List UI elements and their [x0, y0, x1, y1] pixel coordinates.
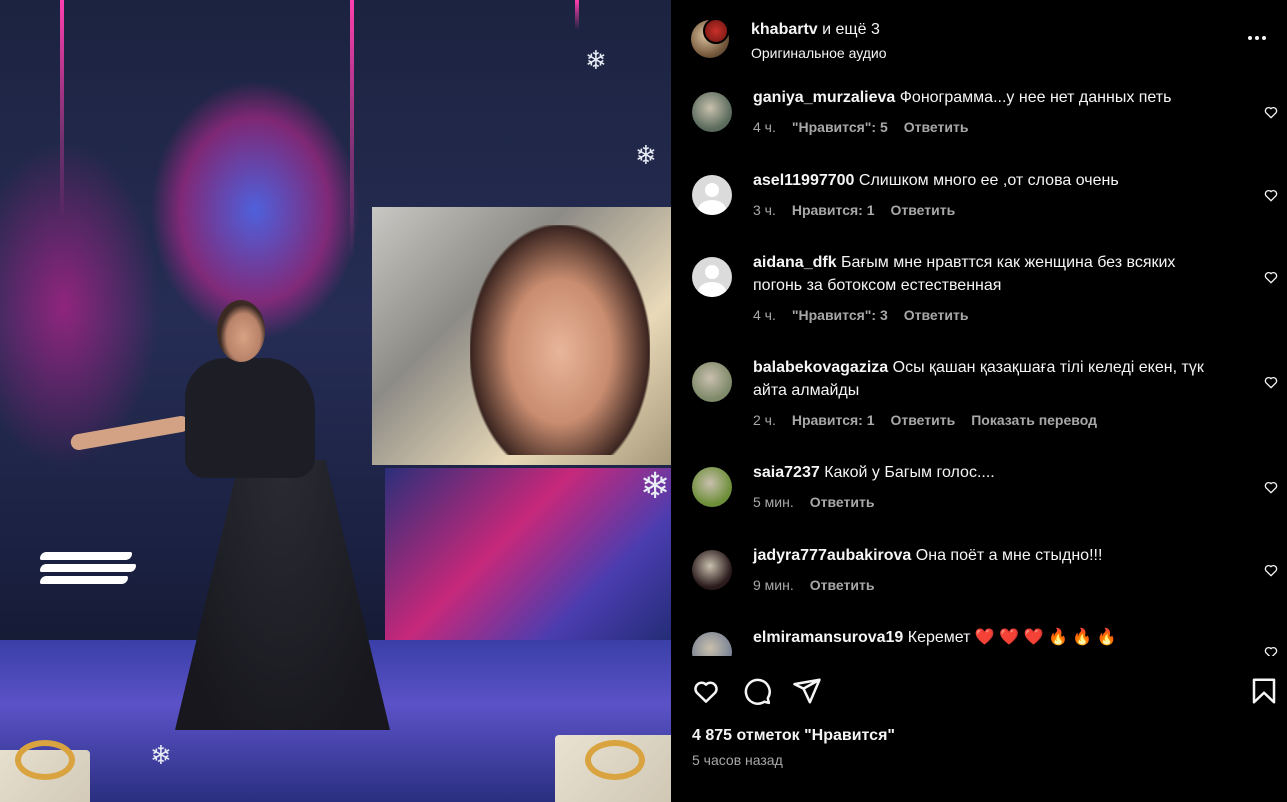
- commenter-username[interactable]: balabekovagaziza: [753, 359, 888, 376]
- comment-time: 5 мин.: [753, 494, 794, 510]
- commenter-avatar[interactable]: [692, 175, 732, 215]
- collab-avatar[interactable]: [703, 18, 729, 44]
- comment-heart-icon[interactable]: [1263, 562, 1279, 578]
- comment-heart-icon[interactable]: [1263, 479, 1279, 495]
- translate-button[interactable]: Показать перевод: [971, 412, 1097, 428]
- comment-item: saia7237 Какой у Багым голос.... 5 мин. От…: [671, 461, 1287, 510]
- comment-item: asel11997700 Слишком много ее ,от слова …: [671, 169, 1287, 218]
- comment-meta: 3 ч. Нравится: 1 Ответить: [753, 202, 1227, 218]
- reply-button[interactable]: Ответить: [904, 119, 969, 135]
- comment-heart-icon[interactable]: [1263, 644, 1279, 656]
- share-icon[interactable]: [792, 676, 822, 706]
- comment-likes-count[interactable]: "Нравится": 5: [792, 119, 888, 135]
- audio-link[interactable]: Оригинальное аудио: [751, 45, 887, 61]
- stage-screen-face: [470, 225, 650, 455]
- comment-text: asel11997700 Слишком много ее ,от слова …: [753, 169, 1227, 192]
- snowflake-icon: ❄: [640, 465, 671, 506]
- comment-body: Она поёт а мне стыдно!!!: [915, 547, 1103, 564]
- comment-body: Слишком много ее ,от слова очень: [858, 172, 1119, 189]
- comment-meta: 9 мин. Ответить: [753, 577, 1227, 593]
- gift-bow-icon: [15, 740, 75, 780]
- post-timestamp[interactable]: 5 часов назад: [692, 752, 783, 768]
- comment-icon[interactable]: [742, 676, 772, 706]
- action-bar: [671, 672, 1287, 712]
- comment-meta: 2 ч. Нравится: 1 Ответить Показать перевод: [753, 412, 1227, 428]
- commenter-username[interactable]: ganiya_murzalieva: [753, 89, 895, 106]
- comment-heart-icon[interactable]: [1263, 374, 1279, 390]
- collab-suffix[interactable]: и ещё 3: [818, 21, 880, 38]
- commenter-username[interactable]: aidana_dfk: [753, 254, 837, 271]
- snowflake-icon: ❄: [150, 740, 172, 770]
- comment-heart-icon[interactable]: [1263, 187, 1279, 203]
- comment-likes-count[interactable]: Нравится: 1: [792, 202, 875, 218]
- comment-body: Керемет ❤️ ❤️ ❤️ 🔥 🔥 🔥: [907, 629, 1117, 646]
- owner-line[interactable]: khabartv и ещё 3: [751, 21, 880, 39]
- comment-item: jadyra777aubakirova Она поёт а мне стыдн…: [671, 544, 1287, 593]
- heart-icon[interactable]: [691, 676, 721, 706]
- more-icon[interactable]: [1247, 28, 1267, 48]
- commenter-avatar[interactable]: [692, 92, 732, 132]
- stage-light-glow: [0, 140, 160, 470]
- reply-button[interactable]: Ответить: [904, 307, 969, 323]
- comment-text: jadyra777aubakirova Она поёт а мне стыдн…: [753, 544, 1227, 567]
- commenter-avatar[interactable]: [692, 550, 732, 590]
- comment-time: 3 ч.: [753, 202, 776, 218]
- stage-light-beam: [575, 0, 579, 30]
- commenter-username[interactable]: saia7237: [753, 464, 820, 481]
- commenter-avatar[interactable]: [692, 467, 732, 507]
- bookmark-icon[interactable]: [1249, 676, 1279, 706]
- comment-likes-count[interactable]: Нравится: 1: [792, 412, 875, 428]
- commenter-username[interactable]: jadyra777aubakirova: [753, 547, 911, 564]
- reply-button[interactable]: Ответить: [891, 412, 956, 428]
- comment-heart-icon[interactable]: [1263, 104, 1279, 120]
- commenter-avatar[interactable]: [692, 362, 732, 402]
- comment-body: Фонограмма...у нее нет данных петь: [899, 89, 1172, 106]
- comment-time: 9 мин.: [753, 577, 794, 593]
- comment-text: saia7237 Какой у Багым голос....: [753, 461, 1227, 484]
- reply-button[interactable]: Ответить: [810, 577, 875, 593]
- post-media-video[interactable]: ❄ ❄ ❄ ❄: [0, 0, 671, 802]
- comment-meta: 5 мин. Ответить: [753, 494, 1227, 510]
- comment-text: balabekovagaziza Осы қашан қазақшаға тіл…: [753, 356, 1227, 402]
- comments-list[interactable]: ganiya_murzalieva Фонограмма...у нее нет…: [671, 78, 1287, 656]
- owner-username[interactable]: khabartv: [751, 21, 818, 38]
- comment-time: 2 ч.: [753, 412, 776, 428]
- comment-time: 4 ч.: [753, 119, 776, 135]
- comment-item: ganiya_murzalieva Фонограмма...у нее нет…: [671, 86, 1287, 135]
- reply-button[interactable]: Ответить: [810, 494, 875, 510]
- gift-bow-icon: [585, 740, 645, 780]
- post-header: khabartv и ещё 3 Оригинальное аудио: [671, 0, 1287, 78]
- comment-heart-icon[interactable]: [1263, 269, 1279, 285]
- comment-item: aidana_dfk Бағым мне нравттся как женщин…: [671, 251, 1287, 323]
- reply-button[interactable]: Ответить: [891, 202, 956, 218]
- commenter-username[interactable]: asel11997700: [753, 172, 854, 189]
- comment-text: elmiramansurova19 Керемет ❤️ ❤️ ❤️ 🔥 🔥 🔥: [753, 626, 1227, 649]
- snowflake-icon: ❄: [635, 140, 657, 170]
- comment-item: balabekovagaziza Осы қашан қазақшаға тіл…: [671, 356, 1287, 428]
- snowflake-icon: ❄: [585, 45, 607, 75]
- post-side-panel: khabartv и ещё 3 Оригинальное аудио gani…: [671, 0, 1287, 802]
- performer: [69, 300, 395, 780]
- commenter-avatar[interactable]: [692, 632, 732, 656]
- likes-count[interactable]: 4 875 отметок "Нравится": [692, 727, 895, 745]
- comment-text: aidana_dfk Бағым мне нравттся как женщин…: [753, 251, 1227, 297]
- comment-likes-count[interactable]: "Нравится": 3: [792, 307, 888, 323]
- comment-body: Какой у Багым голос....: [824, 464, 995, 481]
- comment-meta: 4 ч. "Нравится": 5 Ответить: [753, 119, 1227, 135]
- commenter-username[interactable]: elmiramansurova19: [753, 629, 903, 646]
- comment-text: ganiya_murzalieva Фонограмма...у нее нет…: [753, 86, 1227, 109]
- comment-time: 4 ч.: [753, 307, 776, 323]
- channel-logo-icon: [40, 548, 140, 596]
- comment-item: elmiramansurova19 Керемет ❤️ ❤️ ❤️ 🔥 🔥 🔥: [671, 626, 1287, 656]
- stage-light-beam: [350, 0, 354, 260]
- commenter-avatar[interactable]: [692, 257, 732, 297]
- stage-light-beam: [60, 0, 64, 220]
- stage-screen-lower: [385, 468, 671, 658]
- comment-meta: 4 ч. "Нравится": 3 Ответить: [753, 307, 1227, 323]
